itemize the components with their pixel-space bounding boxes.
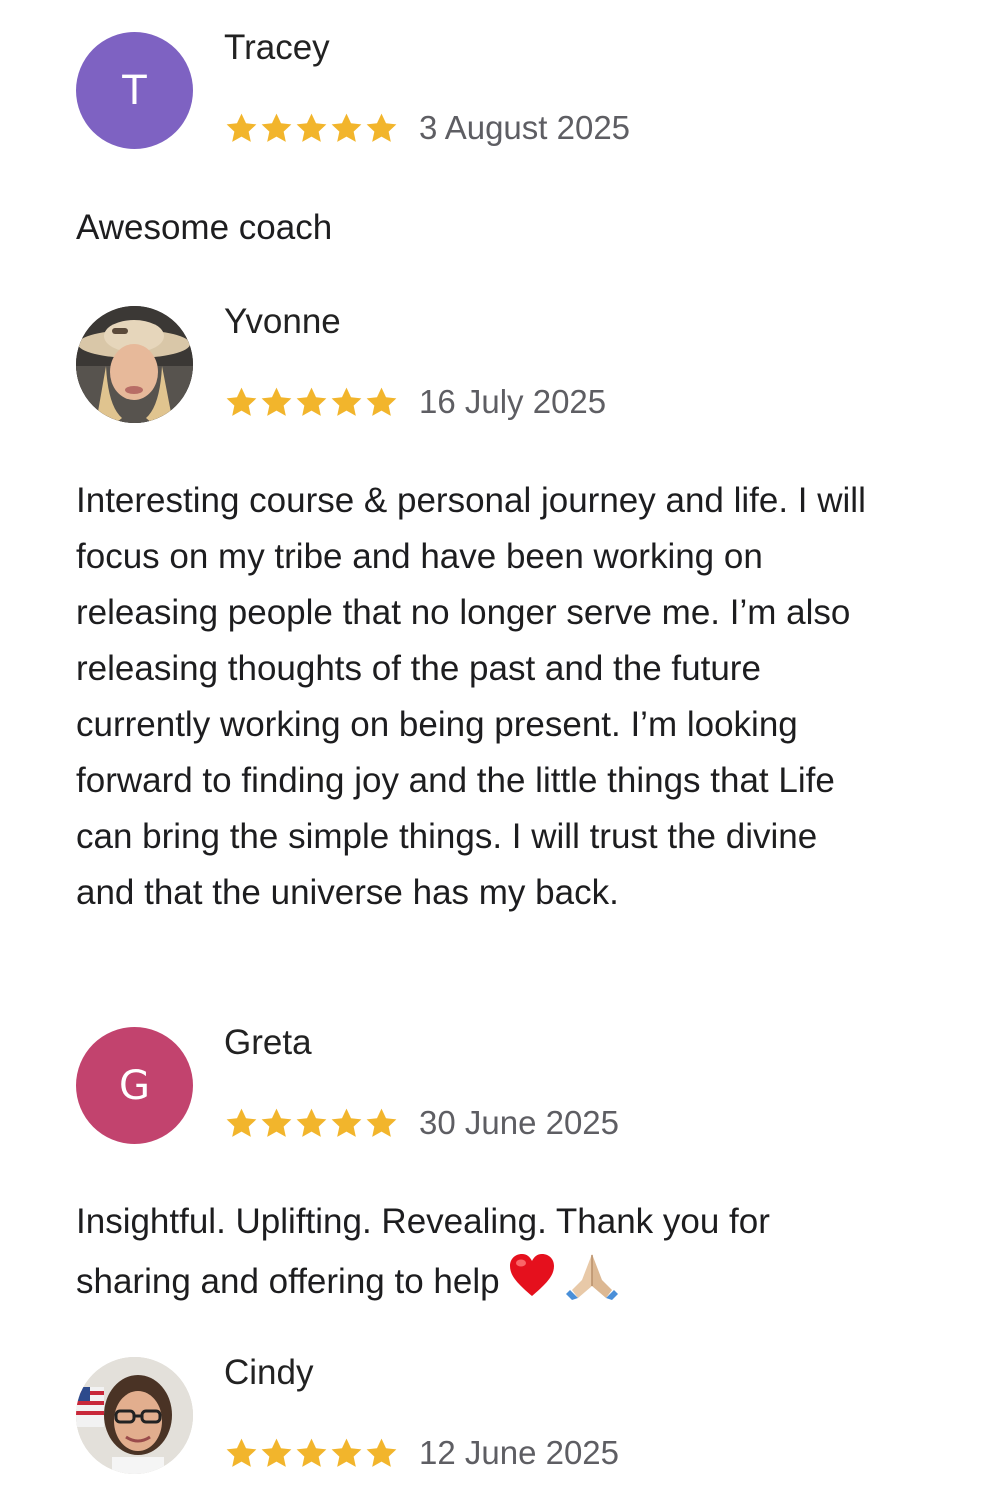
reviewer-name: Tracey [224,28,330,67]
avatar-initial: T [122,67,147,114]
star-icon [331,113,362,142]
reviewer-name: Greta [224,1023,312,1062]
star-icon [331,1438,362,1467]
star-icon [261,387,292,416]
review-text: Awesome coach [76,208,333,247]
star-icon [296,387,327,416]
red-heart-icon [508,1252,556,1315]
star-rating [224,1103,399,1143]
review-date: 3 August 2025 [419,109,631,146]
review-date: 16 July 2025 [419,383,607,420]
star-icon [366,1108,397,1137]
avatar [76,306,193,423]
reviewer-name: Cindy [224,1353,314,1392]
star-icon [296,1438,327,1467]
star-icon [226,1108,257,1137]
star-icon [366,113,397,142]
folded-hands-icon [564,1250,620,1317]
review-date: 12 June 2025 [419,1434,620,1471]
avatar: T [76,32,193,149]
review-text-body: Insightful. Uplifting. Revealing. Thank … [76,1202,770,1301]
star-icon [226,387,257,416]
review-item: T Tracey 3 August 2025 Awesome coach [0,0,997,260]
reviewer-name: Yvonne [224,302,341,341]
star-icon [366,387,397,416]
avatar-initial: G [119,1062,150,1109]
star-rating [224,108,399,148]
avatar [76,1357,193,1474]
rating-row: 16 July 2025 [224,382,606,422]
star-icon [296,1108,327,1137]
review-text: Interesting course & personal journey an… [76,481,866,912]
rating-row: 3 August 2025 [224,108,630,148]
star-icon [261,113,292,142]
avatar: G [76,1027,193,1144]
avatar-photo [76,1357,193,1474]
star-icon [261,1108,292,1137]
rating-row: 30 June 2025 [224,1103,619,1143]
star-icon [366,1438,397,1467]
review-text: Insightful. Uplifting. Revealing. Thank … [76,1194,876,1317]
star-icon [296,113,327,142]
star-icon [261,1438,292,1467]
star-icon [331,387,362,416]
star-icon [331,1108,362,1137]
avatar-photo [76,306,193,423]
rating-row: 12 June 2025 [224,1433,619,1473]
star-rating [224,1433,399,1473]
review-date: 30 June 2025 [419,1104,620,1141]
star-icon [226,1438,257,1467]
star-icon [226,113,257,142]
star-rating [224,382,399,422]
